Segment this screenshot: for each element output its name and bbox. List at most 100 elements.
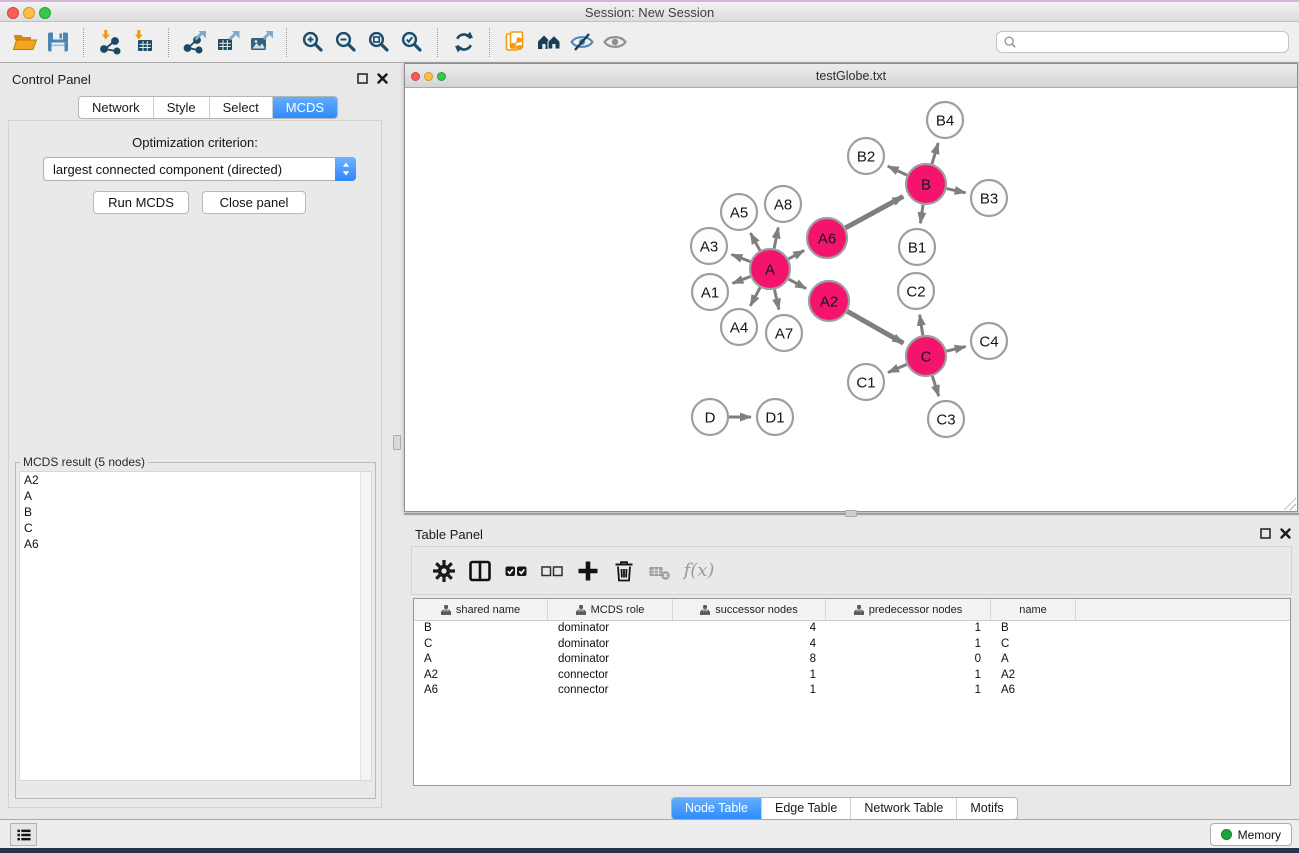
mcds-result-item[interactable]: B xyxy=(20,504,371,520)
node-C4[interactable]: C4 xyxy=(971,323,1007,359)
zoom-out-button[interactable] xyxy=(329,26,362,59)
edge-A-A4[interactable] xyxy=(750,288,760,306)
table-row[interactable]: A2connector11A2 xyxy=(414,668,1290,684)
edge-A-A1[interactable] xyxy=(732,277,750,284)
node-B3[interactable]: B3 xyxy=(971,180,1007,216)
tab-motifs[interactable]: Motifs xyxy=(956,798,1016,819)
column-header-shared-name[interactable]: shared name xyxy=(414,599,548,620)
column-header-successor-nodes[interactable]: successor nodes xyxy=(673,599,826,620)
task-history-button[interactable] xyxy=(10,823,37,846)
edge-A-A6[interactable] xyxy=(788,250,804,259)
show-graphics-details-button[interactable] xyxy=(598,26,631,59)
node-A1[interactable]: A1 xyxy=(692,274,728,310)
node-A[interactable]: A xyxy=(750,249,790,289)
zoom-in-button[interactable] xyxy=(296,26,329,59)
node-A6[interactable]: A6 xyxy=(807,218,847,258)
optimization-criterion-select[interactable]: largest connected component (directed) xyxy=(43,157,356,181)
scrollbar-track[interactable] xyxy=(360,472,371,780)
float-panel-icon[interactable] xyxy=(356,72,369,85)
node-D1[interactable]: D1 xyxy=(757,399,793,435)
save-session-button[interactable] xyxy=(41,26,74,59)
session-network-file-button[interactable] xyxy=(499,26,532,59)
delete-columns-button[interactable] xyxy=(606,553,642,589)
close-panel-icon[interactable] xyxy=(1279,527,1292,540)
zoom-fit-button[interactable] xyxy=(362,26,395,59)
add-column-button[interactable] xyxy=(570,553,606,589)
node-B[interactable]: B xyxy=(906,164,946,204)
node-B1[interactable]: B1 xyxy=(899,229,935,265)
horizontal-splitter-grip[interactable] xyxy=(845,510,857,517)
table-row[interactable]: A6connector11A6 xyxy=(414,683,1290,699)
export-network-button[interactable] xyxy=(178,26,211,59)
edge-B-B4[interactable] xyxy=(932,143,938,164)
run-mcds-button[interactable]: Run MCDS xyxy=(93,191,189,214)
edge-B-B2[interactable] xyxy=(888,166,907,175)
toolbar-search[interactable] xyxy=(996,31,1289,53)
tab-network[interactable]: Network xyxy=(79,97,153,118)
float-panel-icon[interactable] xyxy=(1259,527,1272,540)
edge-B-B3[interactable] xyxy=(946,189,965,193)
table-row[interactable]: Bdominator41B xyxy=(414,621,1290,637)
table-row[interactable]: Adominator80A xyxy=(414,652,1290,668)
vertical-splitter-grip[interactable] xyxy=(393,435,401,450)
edge-C-C1[interactable] xyxy=(888,364,907,372)
node-C3[interactable]: C3 xyxy=(928,401,964,437)
node-A8[interactable]: A8 xyxy=(765,186,801,222)
import-table-button[interactable] xyxy=(126,26,159,59)
import-network-button[interactable] xyxy=(93,26,126,59)
home-button[interactable] xyxy=(532,26,565,59)
network-graph[interactable]: A A1 A2 A3 A4 A5 A6 A7 A8 B B1 B2 B3 B4 C C1 C2 C3 C4 D D1 xyxy=(405,88,1297,511)
select-all-checkboxes-button[interactable] xyxy=(498,553,534,589)
edge-B-B1[interactable] xyxy=(920,205,923,223)
memory-button[interactable]: Memory xyxy=(1210,823,1292,846)
show-columns-button[interactable] xyxy=(462,553,498,589)
mcds-result-list[interactable]: A2ABCA6 xyxy=(19,471,372,781)
mcds-result-item[interactable]: A6 xyxy=(20,536,371,552)
select-stepper[interactable] xyxy=(335,157,356,181)
close-panel-button[interactable]: Close panel xyxy=(202,191,306,214)
edge-A-A7[interactable] xyxy=(774,290,778,310)
mcds-result-item[interactable]: A2 xyxy=(20,472,371,488)
tab-node-table[interactable]: Node Table xyxy=(672,798,761,819)
close-panel-icon[interactable] xyxy=(376,72,389,85)
deselect-all-checkboxes-button[interactable] xyxy=(534,553,570,589)
node-A4[interactable]: A4 xyxy=(721,309,757,345)
edge-A-A3[interactable] xyxy=(731,254,750,261)
network-canvas[interactable]: A A1 A2 A3 A4 A5 A6 A7 A8 B B1 B2 B3 B4 C C1 C2 C3 C4 D D1 xyxy=(405,88,1297,511)
node-C2[interactable]: C2 xyxy=(898,273,934,309)
edge-A-A5[interactable] xyxy=(750,233,760,250)
node-A2[interactable]: A2 xyxy=(809,281,849,321)
tab-mcds[interactable]: MCDS xyxy=(272,97,337,118)
search-input[interactable] xyxy=(1021,35,1282,49)
hide-graphics-details-button[interactable] xyxy=(565,26,598,59)
column-header-MCDS-role[interactable]: MCDS role xyxy=(548,599,673,620)
refresh-view-button[interactable] xyxy=(447,26,480,59)
node-A5[interactable]: A5 xyxy=(721,194,757,230)
open-session-button[interactable] xyxy=(8,26,41,59)
column-header-predecessor-nodes[interactable]: predecessor nodes xyxy=(826,599,991,620)
tab-network-table[interactable]: Network Table xyxy=(850,798,956,819)
mcds-result-item[interactable]: C xyxy=(20,520,371,536)
node-D[interactable]: D xyxy=(692,399,728,435)
edge-C-C4[interactable] xyxy=(946,347,965,352)
delete-table-button[interactable] xyxy=(642,553,678,589)
export-image-button[interactable] xyxy=(244,26,277,59)
node-C1[interactable]: C1 xyxy=(848,364,884,400)
edge-C-C2[interactable] xyxy=(920,315,923,336)
edge-C-C3[interactable] xyxy=(932,376,938,396)
node-A3[interactable]: A3 xyxy=(691,228,727,264)
column-header-name[interactable]: name xyxy=(991,599,1076,620)
edge-A-A8[interactable] xyxy=(774,228,778,249)
table-settings-button[interactable] xyxy=(426,553,462,589)
edge-A6-B[interactable] xyxy=(845,196,903,227)
tab-select[interactable]: Select xyxy=(209,97,272,118)
table-row[interactable]: Cdominator41C xyxy=(414,637,1290,653)
function-builder-button[interactable]: f(x) xyxy=(678,553,714,589)
zoom-selected-button[interactable] xyxy=(395,26,428,59)
node-B4[interactable]: B4 xyxy=(927,102,963,138)
export-table-button[interactable] xyxy=(211,26,244,59)
node-B2[interactable]: B2 xyxy=(848,138,884,174)
node-C[interactable]: C xyxy=(906,336,946,376)
edge-A2-C[interactable] xyxy=(847,311,903,343)
node-A7[interactable]: A7 xyxy=(766,315,802,351)
